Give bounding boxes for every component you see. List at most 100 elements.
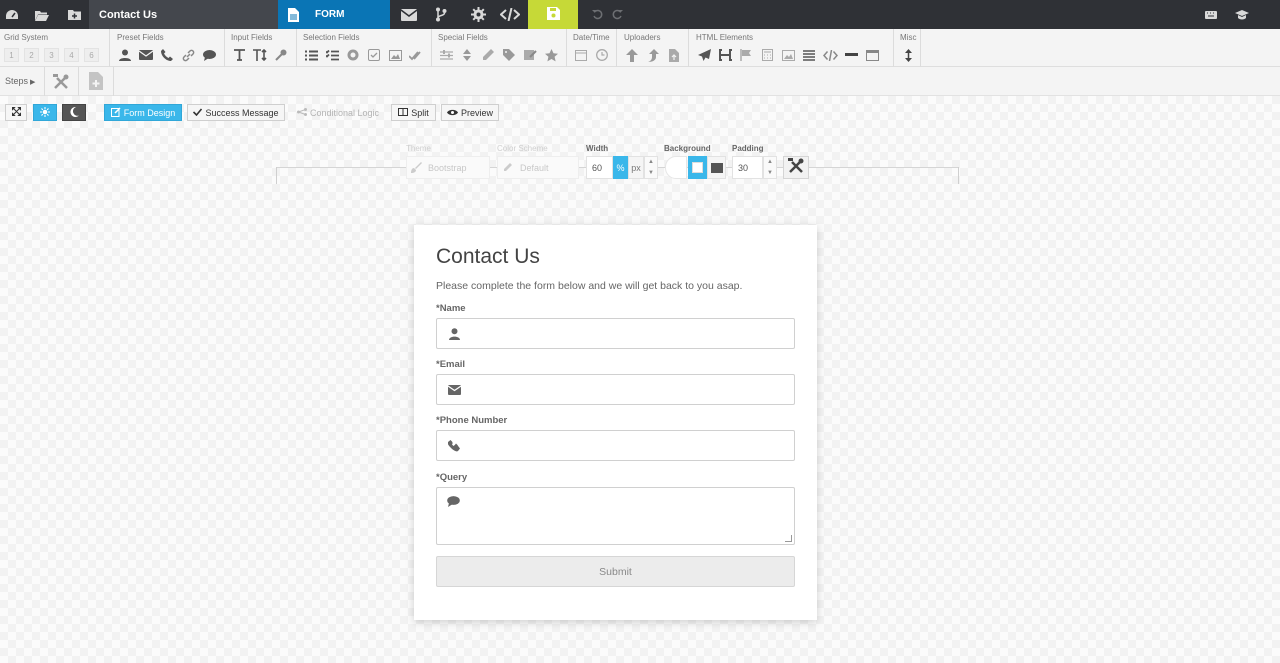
grid-1-button[interactable]: 1 — [4, 48, 19, 62]
group-preset-fields: Preset Fields — [113, 29, 225, 67]
width-input[interactable]: 60 — [586, 156, 613, 179]
fullscreen-button[interactable] — [5, 104, 27, 121]
width-unit-percent[interactable]: % — [613, 156, 628, 179]
brush-icon — [411, 162, 422, 173]
dark-swatch — [710, 162, 723, 173]
phone-icon[interactable] — [159, 47, 175, 63]
code-icon[interactable] — [822, 47, 838, 63]
resize-handle[interactable] — [785, 535, 792, 542]
sliders-icon[interactable] — [438, 47, 454, 63]
form-subtitle[interactable]: Please complete the form below and we wi… — [436, 280, 742, 292]
width-unit-px[interactable]: px — [628, 156, 644, 179]
pencil-icon[interactable] — [480, 47, 496, 63]
theme-select[interactable]: Bootstrap — [406, 156, 490, 179]
text-height-icon[interactable] — [252, 47, 268, 63]
background-white-option[interactable] — [688, 156, 707, 179]
advanced-settings-button[interactable] — [783, 156, 809, 179]
success-message-button[interactable]: Success Message — [187, 104, 285, 121]
envelope-icon[interactable] — [138, 47, 154, 63]
split-button[interactable]: Split — [391, 104, 436, 121]
background-transparent-option[interactable] — [665, 156, 687, 179]
envelope-icon[interactable] — [398, 0, 420, 29]
width-stepper[interactable]: ▲ ▼ — [644, 156, 658, 179]
redo-icon[interactable] — [610, 0, 624, 29]
text-input-icon[interactable] — [231, 47, 247, 63]
color-scheme-select[interactable]: Default — [497, 156, 579, 179]
calendar-icon[interactable] — [573, 47, 589, 63]
query-field[interactable] — [436, 487, 795, 545]
tag-icon[interactable] — [501, 47, 517, 63]
radio-icon[interactable] — [345, 47, 361, 63]
link-icon[interactable] — [180, 47, 196, 63]
sun-icon — [40, 106, 50, 119]
paper-plane-icon[interactable] — [696, 47, 712, 63]
file-upload-icon[interactable] — [666, 47, 682, 63]
add-step-icon[interactable] — [89, 72, 103, 93]
form-design-button[interactable]: Form Design — [104, 104, 182, 121]
eye-icon — [447, 108, 458, 118]
grid-2-button[interactable]: 2 — [24, 48, 39, 62]
name-field[interactable] — [436, 318, 795, 349]
email-field[interactable] — [436, 374, 795, 405]
submit-button[interactable]: Submit — [436, 556, 795, 587]
window-icon[interactable] — [864, 47, 880, 63]
tools-icon[interactable] — [53, 74, 69, 93]
divider-icon[interactable] — [843, 47, 859, 63]
padding-stepper[interactable]: ▲ ▼ — [763, 156, 777, 179]
comment-icon[interactable] — [201, 47, 217, 63]
save-button[interactable] — [528, 0, 578, 29]
flag-icon[interactable] — [738, 47, 754, 63]
keyboard-icon[interactable] — [1203, 0, 1219, 29]
dashboard-icon[interactable] — [2, 0, 22, 29]
image-icon[interactable] — [780, 47, 796, 63]
check-icon — [193, 107, 203, 118]
grid-3-button[interactable]: 3 — [44, 48, 59, 62]
sort-icon[interactable] — [459, 47, 475, 63]
name-label: *Name — [436, 303, 466, 314]
grid-4-button[interactable]: 4 — [64, 48, 79, 62]
folder-open-icon[interactable] — [30, 0, 52, 29]
form-title[interactable]: Contact Us — [436, 245, 540, 269]
color-scheme-value: Default — [520, 162, 549, 173]
padding-input[interactable]: 30 — [732, 156, 763, 179]
star-icon[interactable] — [543, 47, 559, 63]
double-check-icon[interactable] — [408, 47, 424, 63]
vertical-spacer-icon[interactable] — [900, 47, 916, 63]
undo-icon[interactable] — [590, 0, 604, 29]
phone-field[interactable] — [436, 430, 795, 461]
dark-mode-button[interactable] — [62, 104, 86, 121]
graduation-cap-icon[interactable] — [1233, 0, 1251, 29]
multi-upload-icon[interactable] — [624, 47, 640, 63]
document-title[interactable]: Contact Us — [89, 0, 278, 29]
key-icon[interactable] — [273, 47, 289, 63]
steps-toggle[interactable]: Steps ▶ — [5, 76, 35, 86]
upload-icon[interactable] — [645, 47, 661, 63]
theme-value: Bootstrap — [428, 162, 467, 173]
code-icon[interactable] — [498, 0, 522, 29]
user-icon[interactable] — [117, 47, 133, 63]
group-label: Uploaders — [624, 33, 661, 42]
group-selection-fields: Selection Fields — [299, 29, 432, 67]
comment-icon — [447, 496, 460, 510]
steps-bar: Steps ▶ — [0, 67, 1280, 96]
heading-icon[interactable] — [717, 47, 733, 63]
checkbox-icon[interactable] — [366, 47, 382, 63]
clock-icon[interactable] — [594, 47, 610, 63]
list-icon[interactable] — [303, 47, 319, 63]
branch-icon[interactable] — [431, 0, 451, 29]
conditional-logic-button[interactable]: Conditional Logic — [292, 104, 384, 121]
gear-icon[interactable] — [467, 0, 489, 29]
group-html-elements: HTML Elements — [692, 29, 894, 67]
paragraph-icon[interactable] — [801, 47, 817, 63]
folder-plus-icon[interactable] — [63, 0, 85, 29]
background-dark-option[interactable] — [707, 156, 726, 179]
light-mode-button[interactable] — [33, 104, 57, 121]
tab-form[interactable]: FORM — [278, 0, 390, 29]
preview-button[interactable]: Preview — [441, 104, 499, 121]
grid-6-button[interactable]: 6 — [84, 48, 99, 62]
signature-icon[interactable] — [522, 47, 538, 63]
phone-label: *Phone Number — [436, 415, 508, 426]
checklist-icon[interactable] — [324, 47, 340, 63]
image-select-icon[interactable] — [387, 47, 403, 63]
calculator-icon[interactable] — [759, 47, 775, 63]
